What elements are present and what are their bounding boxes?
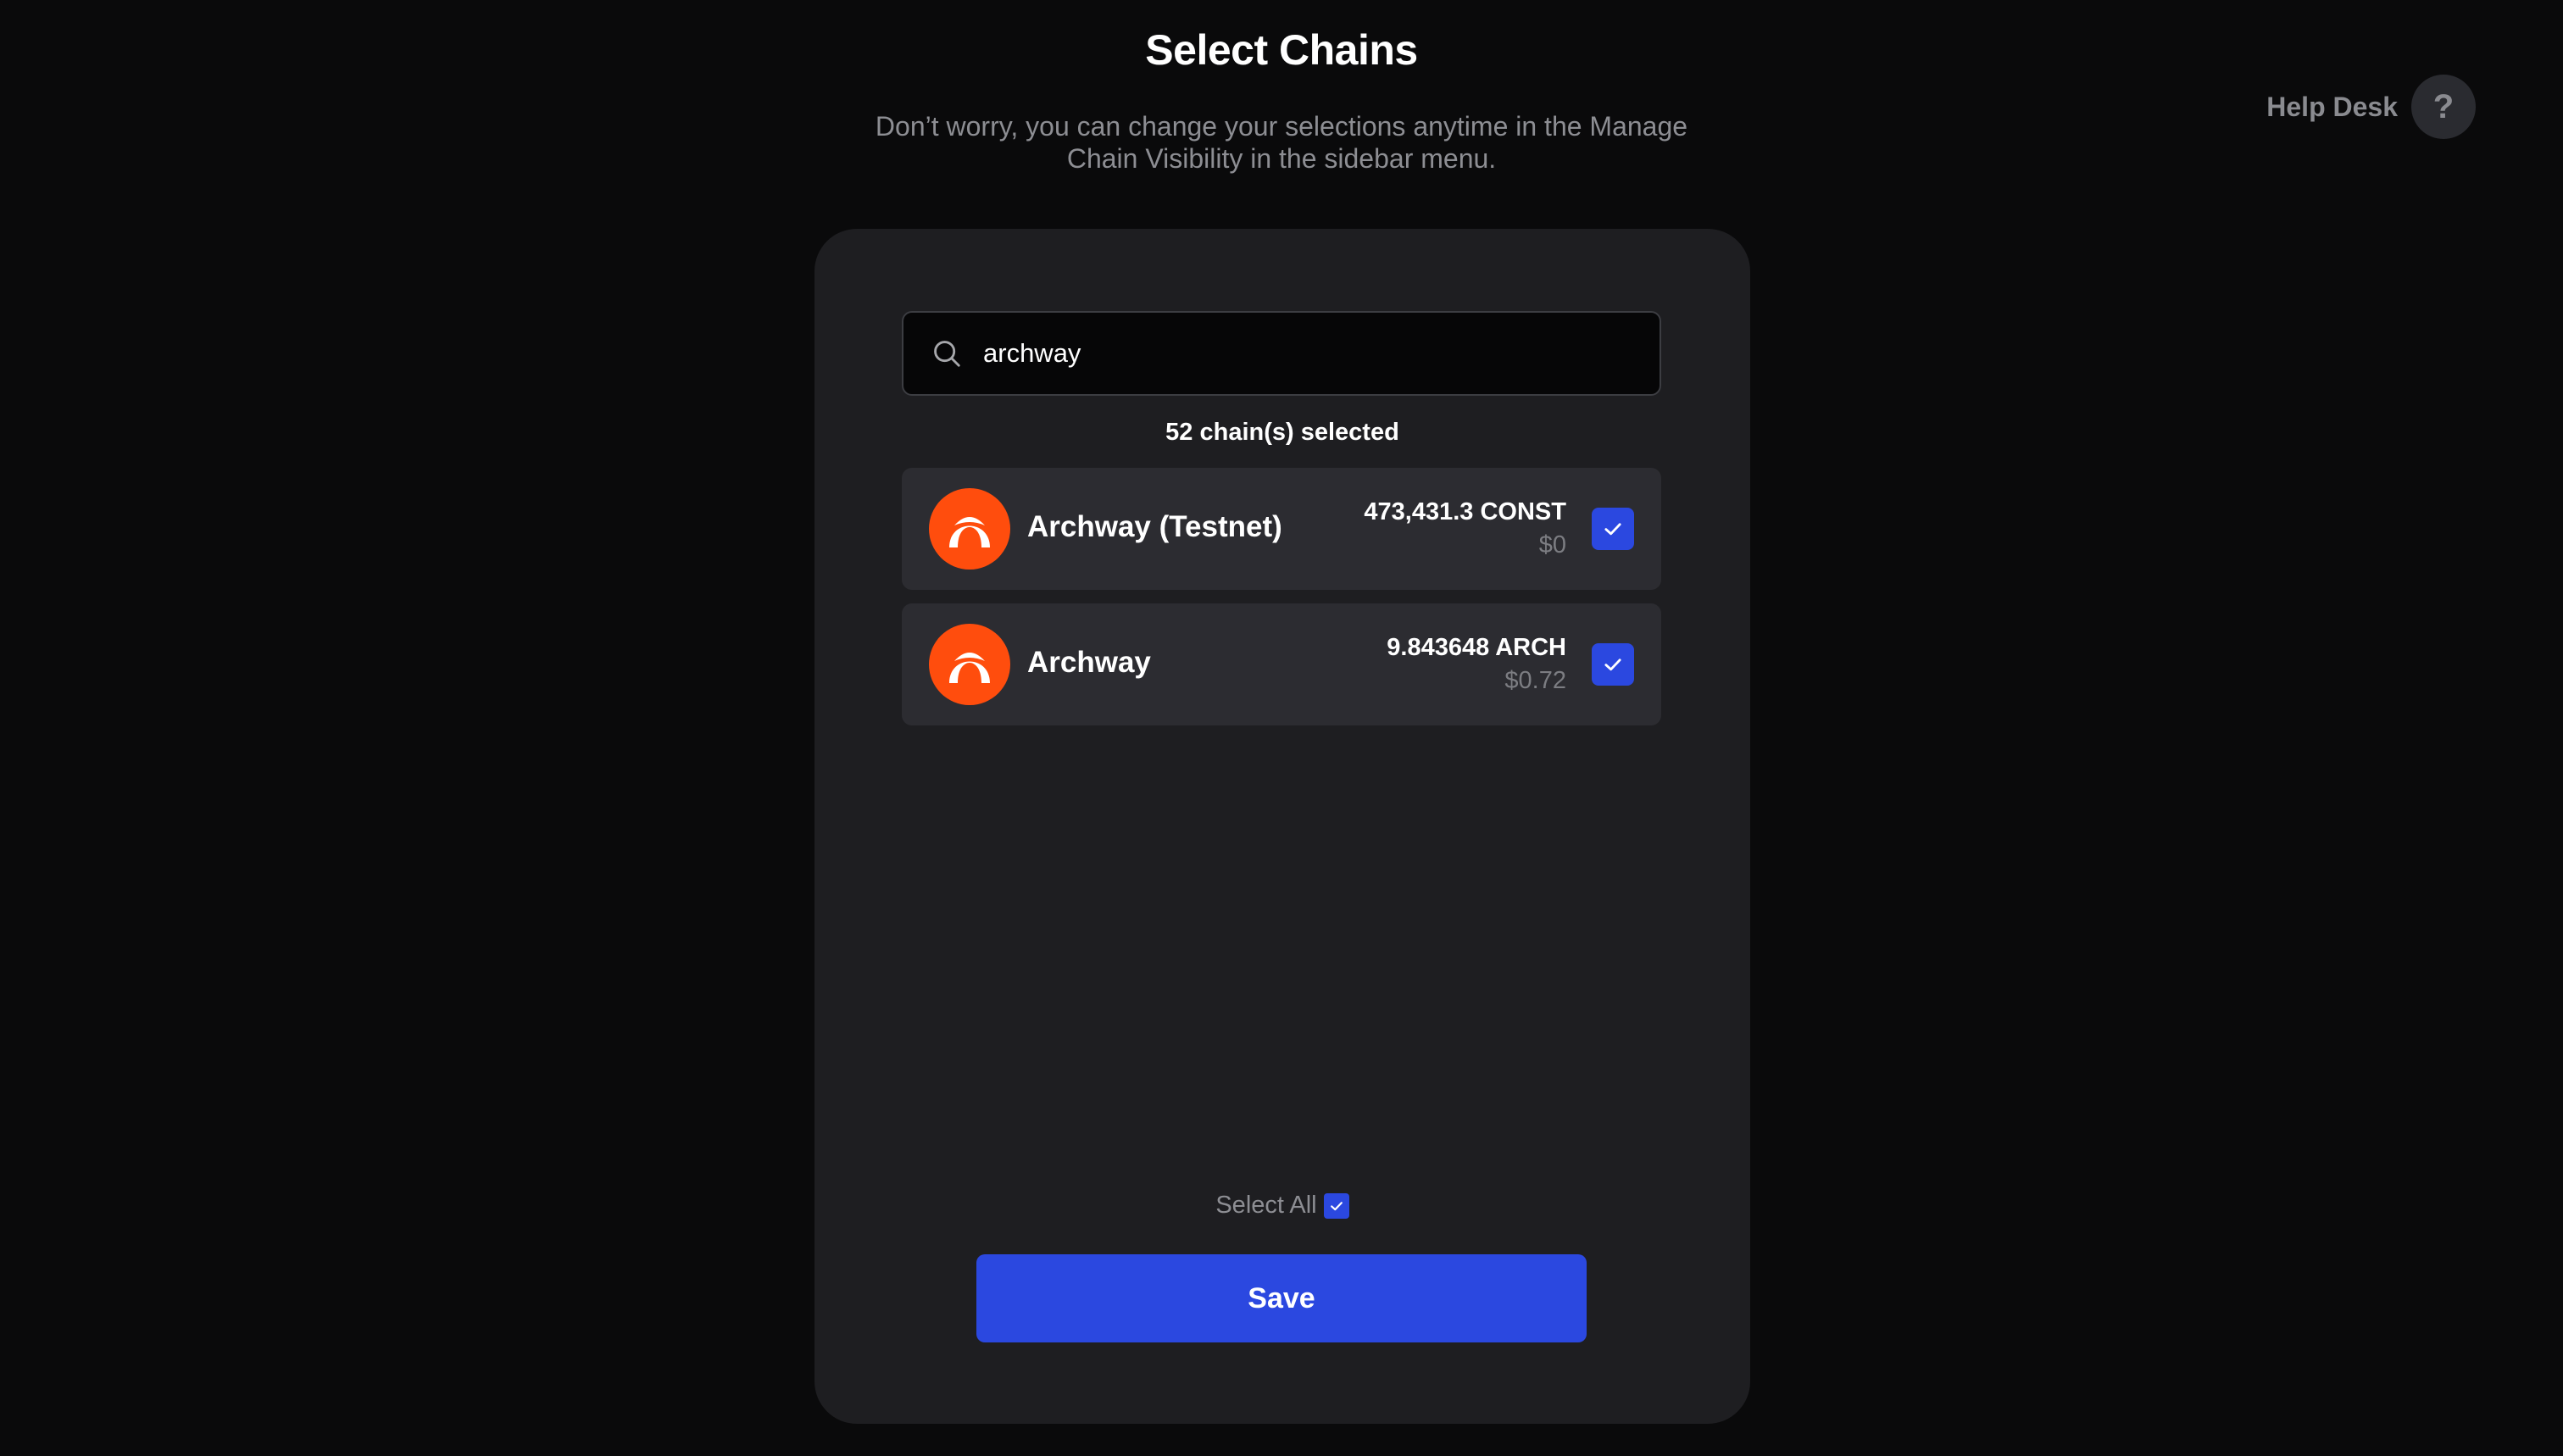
page-title: Select Chains <box>1145 26 1418 74</box>
chain-usd-value: $0 <box>1538 531 1566 559</box>
chain-row-archway-testnet[interactable]: Archway (Testnet) 473,431.3 CONST $0 <box>902 468 1661 590</box>
chain-checkbox[interactable] <box>1592 508 1634 550</box>
help-desk-label: Help Desk <box>2266 91 2398 122</box>
search-icon <box>934 341 960 367</box>
select-all-toggle[interactable]: Select All <box>814 1192 1750 1220</box>
chain-list: Archway (Testnet) 473,431.3 CONST $0 Arc… <box>902 468 1661 739</box>
chain-amount: 473,431.3 CONST <box>1364 498 1566 525</box>
help-icon[interactable]: ? <box>2411 75 2476 139</box>
archway-logo-icon <box>929 624 1010 705</box>
help-desk-button[interactable]: Help Desk ? <box>2266 75 2476 139</box>
chain-balance: 473,431.3 CONST $0 <box>1364 497 1566 563</box>
checkmark-icon <box>1604 523 1621 536</box>
chain-amount: 9.843648 ARCH <box>1387 634 1566 661</box>
select-all-checkbox[interactable] <box>1323 1192 1349 1219</box>
chain-checkbox[interactable] <box>1592 643 1634 686</box>
search-input[interactable] <box>981 337 1629 370</box>
chain-balance: 9.843648 ARCH $0.72 <box>1387 632 1566 698</box>
archway-logo-icon <box>929 488 1010 570</box>
chain-name: Archway (Testnet) <box>1027 510 1282 543</box>
chain-selection-card: 52 chain(s) selected Archway (Testnet) 4… <box>814 229 1750 1424</box>
chain-row-archway[interactable]: Archway 9.843648 ARCH $0.72 <box>902 603 1661 725</box>
select-all-label: Select All <box>1215 1192 1317 1219</box>
chain-name: Archway <box>1027 646 1151 679</box>
search-field[interactable] <box>902 311 1661 396</box>
checkmark-icon <box>1330 1201 1343 1210</box>
page-subtitle: Don’t worry, you can change your selecti… <box>875 111 1688 174</box>
checkmark-icon <box>1604 659 1621 671</box>
save-button[interactable]: Save <box>976 1254 1587 1342</box>
selected-count-label: 52 chain(s) selected <box>1165 419 1399 446</box>
select-chains-page: Select Chains Don’t worry, you can chang… <box>0 0 2563 1456</box>
chain-usd-value: $0.72 <box>1504 667 1566 694</box>
